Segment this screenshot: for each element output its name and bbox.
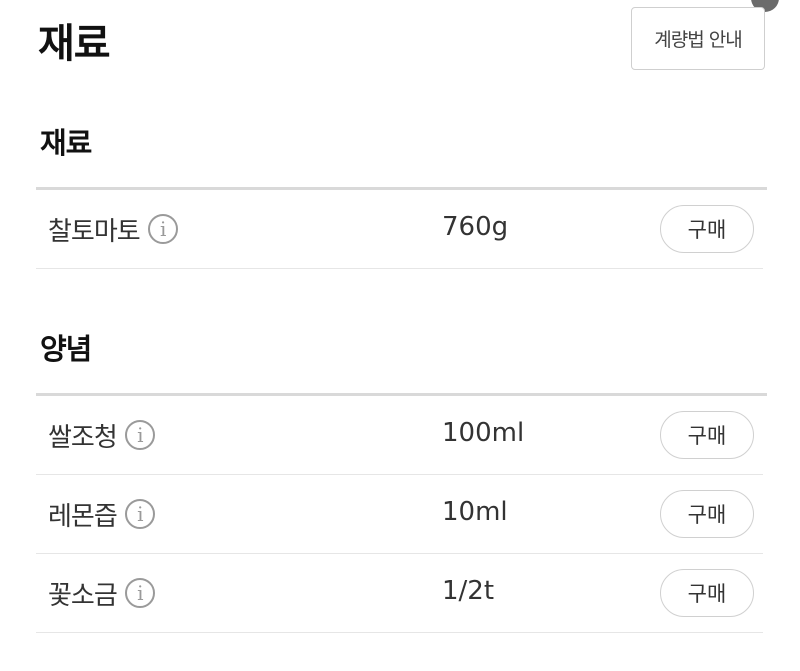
ingredient-amount: 10ml: [442, 497, 508, 527]
info-icon[interactable]: i: [124, 499, 155, 529]
ingredient-row: 찰토마토 i 760g 구매: [36, 190, 763, 269]
buy-button[interactable]: 구매: [660, 490, 754, 538]
ingredient-name: 레몬즙: [48, 501, 118, 532]
ingredients-section: 재료 찰토마토 i 760g 구매: [36, 123, 767, 269]
buy-button[interactable]: 구매: [660, 205, 754, 253]
measurement-guide-button[interactable]: 계량법 안내: [631, 7, 765, 70]
ingredient-name: 쌀조청: [48, 422, 118, 453]
ingredient-name: 찰토마토: [48, 216, 141, 247]
ingredient-amount: 760g: [442, 212, 509, 242]
seasoning-section: 양념 쌀조청 i 100ml 구매 레몬즙 i 10ml 구매 꽃소금 i 1/…: [36, 329, 767, 633]
ingredient-amount: 100ml: [442, 418, 525, 448]
ingredient-name: 꽃소금: [48, 580, 118, 611]
ingredient-row: 꽃소금 i 1/2t 구매: [36, 554, 763, 633]
ingredient-row: 레몬즙 i 10ml 구매: [36, 475, 763, 554]
section-title-seasoning: 양념: [40, 332, 92, 366]
ingredient-row: 쌀조청 i 100ml 구매: [36, 396, 763, 475]
section-title-ingredients: 재료: [40, 126, 92, 160]
ingredient-amount: 1/2t: [442, 576, 495, 606]
buy-button[interactable]: 구매: [660, 411, 754, 459]
buy-button[interactable]: 구매: [660, 569, 754, 617]
info-icon[interactable]: i: [124, 420, 155, 450]
info-icon[interactable]: i: [147, 214, 178, 244]
page-title: 재료: [38, 21, 111, 67]
info-icon[interactable]: i: [124, 578, 155, 608]
